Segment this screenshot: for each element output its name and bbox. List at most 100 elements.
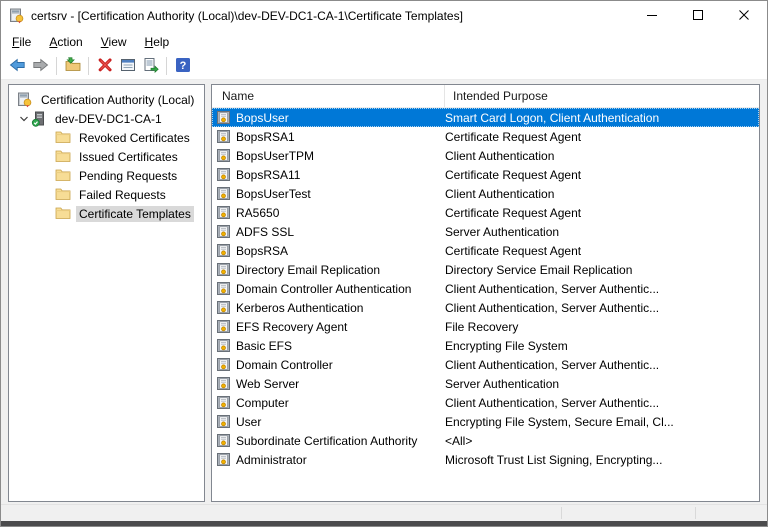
minimize-icon: [644, 7, 660, 26]
delete-button[interactable]: [93, 55, 116, 77]
template-name-cell: Basic EFS: [212, 339, 445, 353]
template-row-user[interactable]: UserEncrypting File System, Secure Email…: [212, 412, 759, 431]
status-bar: [1, 504, 767, 521]
template-intended-purpose: <All>: [445, 434, 759, 448]
window-controls: [629, 1, 767, 31]
template-row-bopsrsa[interactable]: BopsRSA Certificate Request Agent: [212, 241, 759, 260]
tree-item-issued-certificates[interactable]: Issued Certificates: [9, 147, 204, 166]
tree-item-failed-requests[interactable]: Failed Requests: [9, 185, 204, 204]
template-intended-purpose: Server Authentication: [445, 225, 759, 239]
template-row-basic-efs[interactable]: Basic EFSEncrypting File System: [212, 336, 759, 355]
column-header-name[interactable]: Name: [212, 85, 445, 107]
tree-item-label: Certificate Templates: [76, 206, 194, 222]
export-list-icon: [143, 57, 159, 76]
folder-icon: [55, 130, 71, 146]
template-name-cell: Computer: [212, 396, 445, 410]
template-name-cell: Administrator: [212, 453, 445, 467]
template-row-administrator[interactable]: AdministratorMicrosoft Trust List Signin…: [212, 450, 759, 469]
cert-template-icon: [217, 320, 230, 333]
template-row-computer[interactable]: ComputerClient Authentication, Server Au…: [212, 393, 759, 412]
template-row-subordinate-certification-authority[interactable]: Subordinate Certification Authority <All>: [212, 431, 759, 450]
template-name: BopsRSA: [236, 244, 288, 258]
chevron-expanded-icon[interactable]: [17, 112, 31, 126]
template-name: BopsUser: [236, 111, 289, 125]
tree-item-label: Pending Requests: [76, 168, 180, 184]
template-name: Basic EFS: [236, 339, 292, 353]
menu-help[interactable]: Help: [136, 32, 179, 52]
folder-icon: [55, 206, 71, 222]
menu-file[interactable]: File: [3, 32, 40, 52]
template-name: BopsRSA11: [236, 168, 300, 182]
svg-text:?: ?: [179, 60, 186, 72]
cert-template-icon: [217, 396, 230, 409]
folder-icon: [55, 168, 71, 184]
tree-item-dev-dev-dc1-ca-1[interactable]: dev-DEV-DC1-CA-1: [9, 109, 204, 128]
cert-template-icon: [217, 225, 230, 238]
back-button[interactable]: [6, 55, 29, 77]
template-intended-purpose: Directory Service Email Replication: [445, 263, 759, 277]
template-intended-purpose: Server Authentication: [445, 377, 759, 391]
template-row-bopsrsa1[interactable]: BopsRSA1Certificate Request Agent: [212, 127, 759, 146]
cert-template-icon: [217, 244, 230, 257]
cert-template-icon: [217, 149, 230, 162]
template-name-cell: EFS Recovery Agent: [212, 320, 445, 334]
list-header: Name Intended Purpose: [212, 85, 759, 108]
template-row-efs-recovery-agent[interactable]: EFS Recovery Agent File Recovery: [212, 317, 759, 336]
templates-list-panel: Name Intended Purpose BopsUserSmart Card…: [211, 84, 760, 502]
template-row-bopsrsa11[interactable]: BopsRSA11Certificate Request Agent: [212, 165, 759, 184]
template-row-domain-controller-authentication[interactable]: Domain Controller AuthenticationClient A…: [212, 279, 759, 298]
template-intended-purpose: Client Authentication, Server Authentic.…: [445, 396, 759, 410]
cert-template-icon: [217, 301, 230, 314]
template-name: Administrator: [236, 453, 307, 467]
help-button[interactable]: ?: [171, 55, 194, 77]
properties-icon: [120, 57, 136, 76]
template-name: EFS Recovery Agent: [236, 320, 347, 334]
toolbar-separator: [88, 57, 89, 75]
tree-item-pending-requests[interactable]: Pending Requests: [9, 166, 204, 185]
template-name-cell: Domain Controller: [212, 358, 445, 372]
tree-item-certificate-templates[interactable]: Certificate Templates: [9, 204, 204, 223]
template-row-ra5650[interactable]: RA5650Certificate Request Agent: [212, 203, 759, 222]
template-name: Domain Controller: [236, 358, 333, 372]
export-list-button[interactable]: [139, 55, 162, 77]
cert-template-icon: [217, 282, 230, 295]
template-intended-purpose: File Recovery: [445, 320, 759, 334]
template-name-cell: BopsUser: [212, 111, 445, 125]
template-row-bopsusertpm[interactable]: BopsUserTPMClient Authentication: [212, 146, 759, 165]
template-row-domain-controller[interactable]: Domain Controller Client Authentication, …: [212, 355, 759, 374]
template-intended-purpose: Encrypting File System, Secure Email, Cl…: [445, 415, 759, 429]
template-row-bopsuser[interactable]: BopsUserSmart Card Logon, Client Authent…: [212, 108, 759, 127]
minimize-button[interactable]: [629, 1, 675, 31]
template-intended-purpose: Client Authentication, Server Authentic.…: [445, 358, 759, 372]
tree-item-label: Revoked Certificates: [76, 130, 193, 146]
template-row-directory-email-replication[interactable]: Directory Email ReplicationDirectory Ser…: [212, 260, 759, 279]
template-name-cell: BopsRSA: [212, 244, 445, 258]
tree-item-label: Failed Requests: [76, 187, 169, 203]
template-name: Subordinate Certification Authority: [236, 434, 417, 448]
tree-ca-label: dev-DEV-DC1-CA-1: [52, 111, 165, 127]
template-intended-purpose: Certificate Request Agent: [445, 244, 759, 258]
close-button[interactable]: [721, 1, 767, 31]
menu-action[interactable]: Action: [40, 32, 91, 52]
cert-template-icon: [217, 263, 230, 276]
tree-item-certification-authority-local[interactable]: Certification Authority (Local): [9, 90, 204, 109]
tree-item-revoked-certificates[interactable]: Revoked Certificates: [9, 128, 204, 147]
cert-template-icon: [217, 206, 230, 219]
forward-button[interactable]: [29, 55, 52, 77]
cert-template-icon: [217, 130, 230, 143]
up-one-level-button[interactable]: [61, 55, 84, 77]
template-name-cell: BopsRSA11: [212, 168, 445, 182]
template-intended-purpose: Client Authentication: [445, 187, 759, 201]
template-name-cell: ADFS SSL: [212, 225, 445, 239]
properties-button[interactable]: [116, 55, 139, 77]
cert-template-icon: [217, 111, 230, 124]
template-row-kerberos-authentication[interactable]: Kerberos AuthenticationClient Authentica…: [212, 298, 759, 317]
maximize-button[interactable]: [675, 1, 721, 31]
column-header-intended-purpose[interactable]: Intended Purpose: [445, 85, 759, 107]
menu-bar: FileActionViewHelp: [1, 31, 767, 53]
template-row-web-server[interactable]: Web ServerServer Authentication: [212, 374, 759, 393]
template-intended-purpose: Client Authentication: [445, 149, 759, 163]
template-row-adfs-ssl[interactable]: ADFS SSLServer Authentication: [212, 222, 759, 241]
menu-view[interactable]: View: [92, 32, 136, 52]
template-row-bopsusertest[interactable]: BopsUserTestClient Authentication: [212, 184, 759, 203]
